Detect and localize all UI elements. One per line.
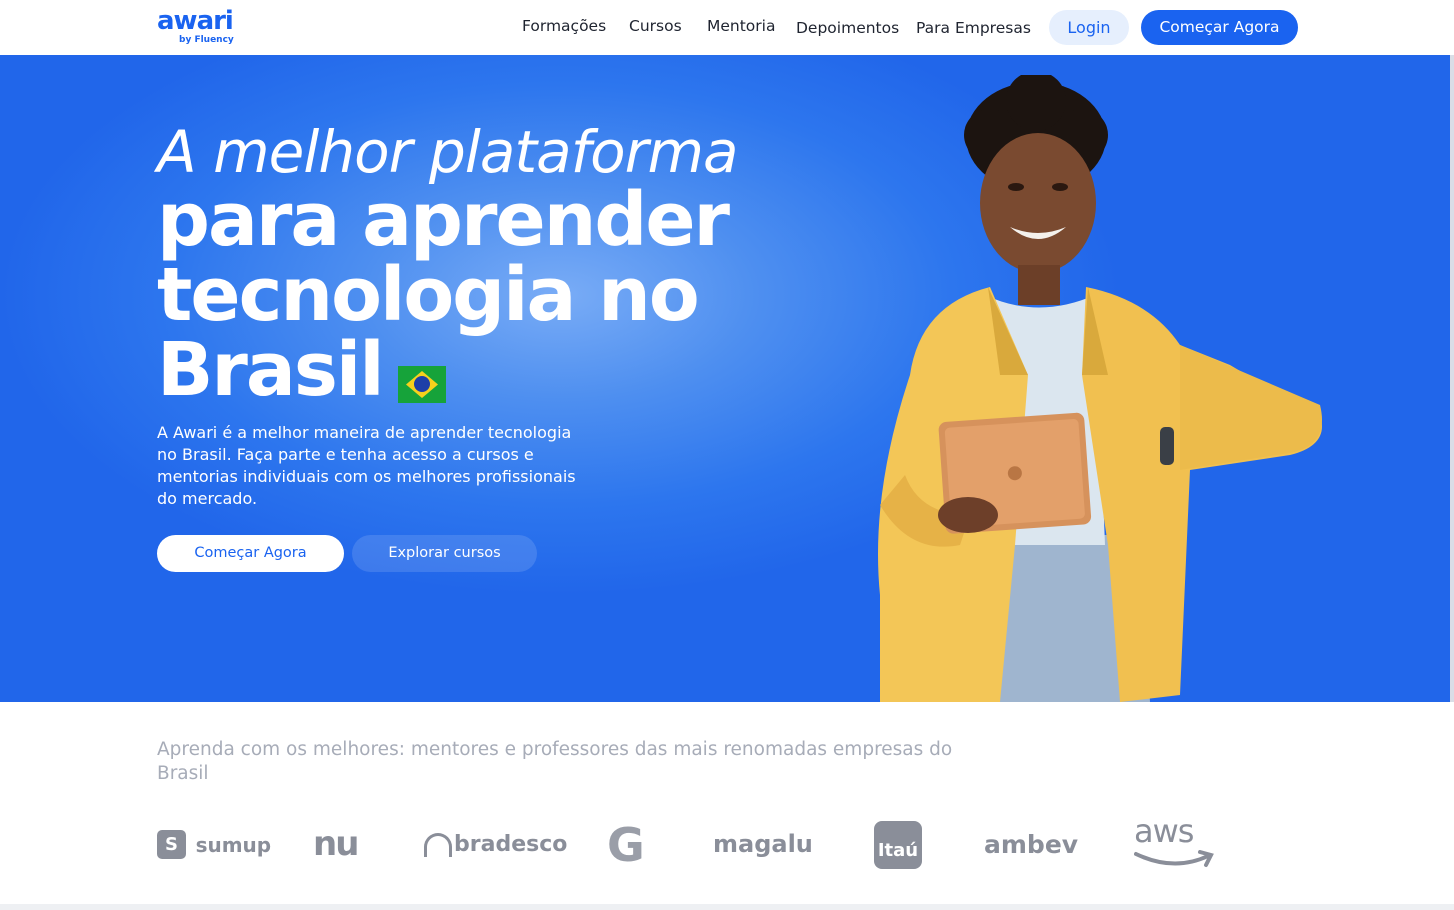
bottom-divider xyxy=(0,904,1454,910)
hero-woman-photo xyxy=(878,75,1322,702)
magalu-logo: magalu xyxy=(713,830,813,858)
google-logo: G xyxy=(607,818,645,872)
brazil-flag-icon xyxy=(398,366,446,403)
awari-logo[interactable]: awari by Fluency xyxy=(157,6,237,48)
start-now-button[interactable]: Começar Agora xyxy=(157,535,344,572)
nav-para-empresas[interactable]: Para Empresas xyxy=(916,18,1031,38)
sumup-wordmark: sumup xyxy=(195,832,272,857)
aws-logo: aws xyxy=(1134,812,1214,870)
hero-description: A Awari é a melhor maneira de aprender t… xyxy=(157,423,576,508)
login-button[interactable]: Login xyxy=(1049,10,1129,45)
nav-mentoria[interactable]: Mentoria xyxy=(707,16,775,36)
hero-section: A melhor plataforma para aprender tecnol… xyxy=(0,55,1454,702)
hero-title-line-3: Brasil xyxy=(157,327,385,413)
hero-title-line-1: para aprender xyxy=(157,177,730,263)
nav-formacoes[interactable]: Formações xyxy=(522,16,606,36)
nubank-logo: nu xyxy=(313,824,359,864)
start-now-header-button[interactable]: Começar Agora xyxy=(1141,10,1298,45)
bradesco-wordmark: bradesco xyxy=(454,832,568,857)
logo-tagline: by Fluency xyxy=(179,35,234,45)
aws-smile-icon xyxy=(1134,850,1214,867)
bradesco-logo: bradesco xyxy=(424,832,567,857)
aws-wordmark: aws xyxy=(1134,812,1194,850)
partners-heading: Aprenda com os melhores: mentores e prof… xyxy=(157,739,953,784)
logo-wordmark: awari xyxy=(157,6,234,36)
nav-cursos[interactable]: Cursos xyxy=(629,16,682,36)
nav-depoimentos[interactable]: Depoimentos xyxy=(796,18,899,38)
explore-courses-button[interactable]: Explorar cursos xyxy=(352,535,537,572)
sumup-logo: S sumup xyxy=(157,830,271,859)
ambev-logo: ambev xyxy=(984,830,1079,859)
site-header: awari by Fluency Formações Cursos Mentor… xyxy=(0,0,1454,55)
hero-title-line-2: tecnologia no xyxy=(157,252,700,338)
itau-logo: Itaú xyxy=(874,821,922,869)
